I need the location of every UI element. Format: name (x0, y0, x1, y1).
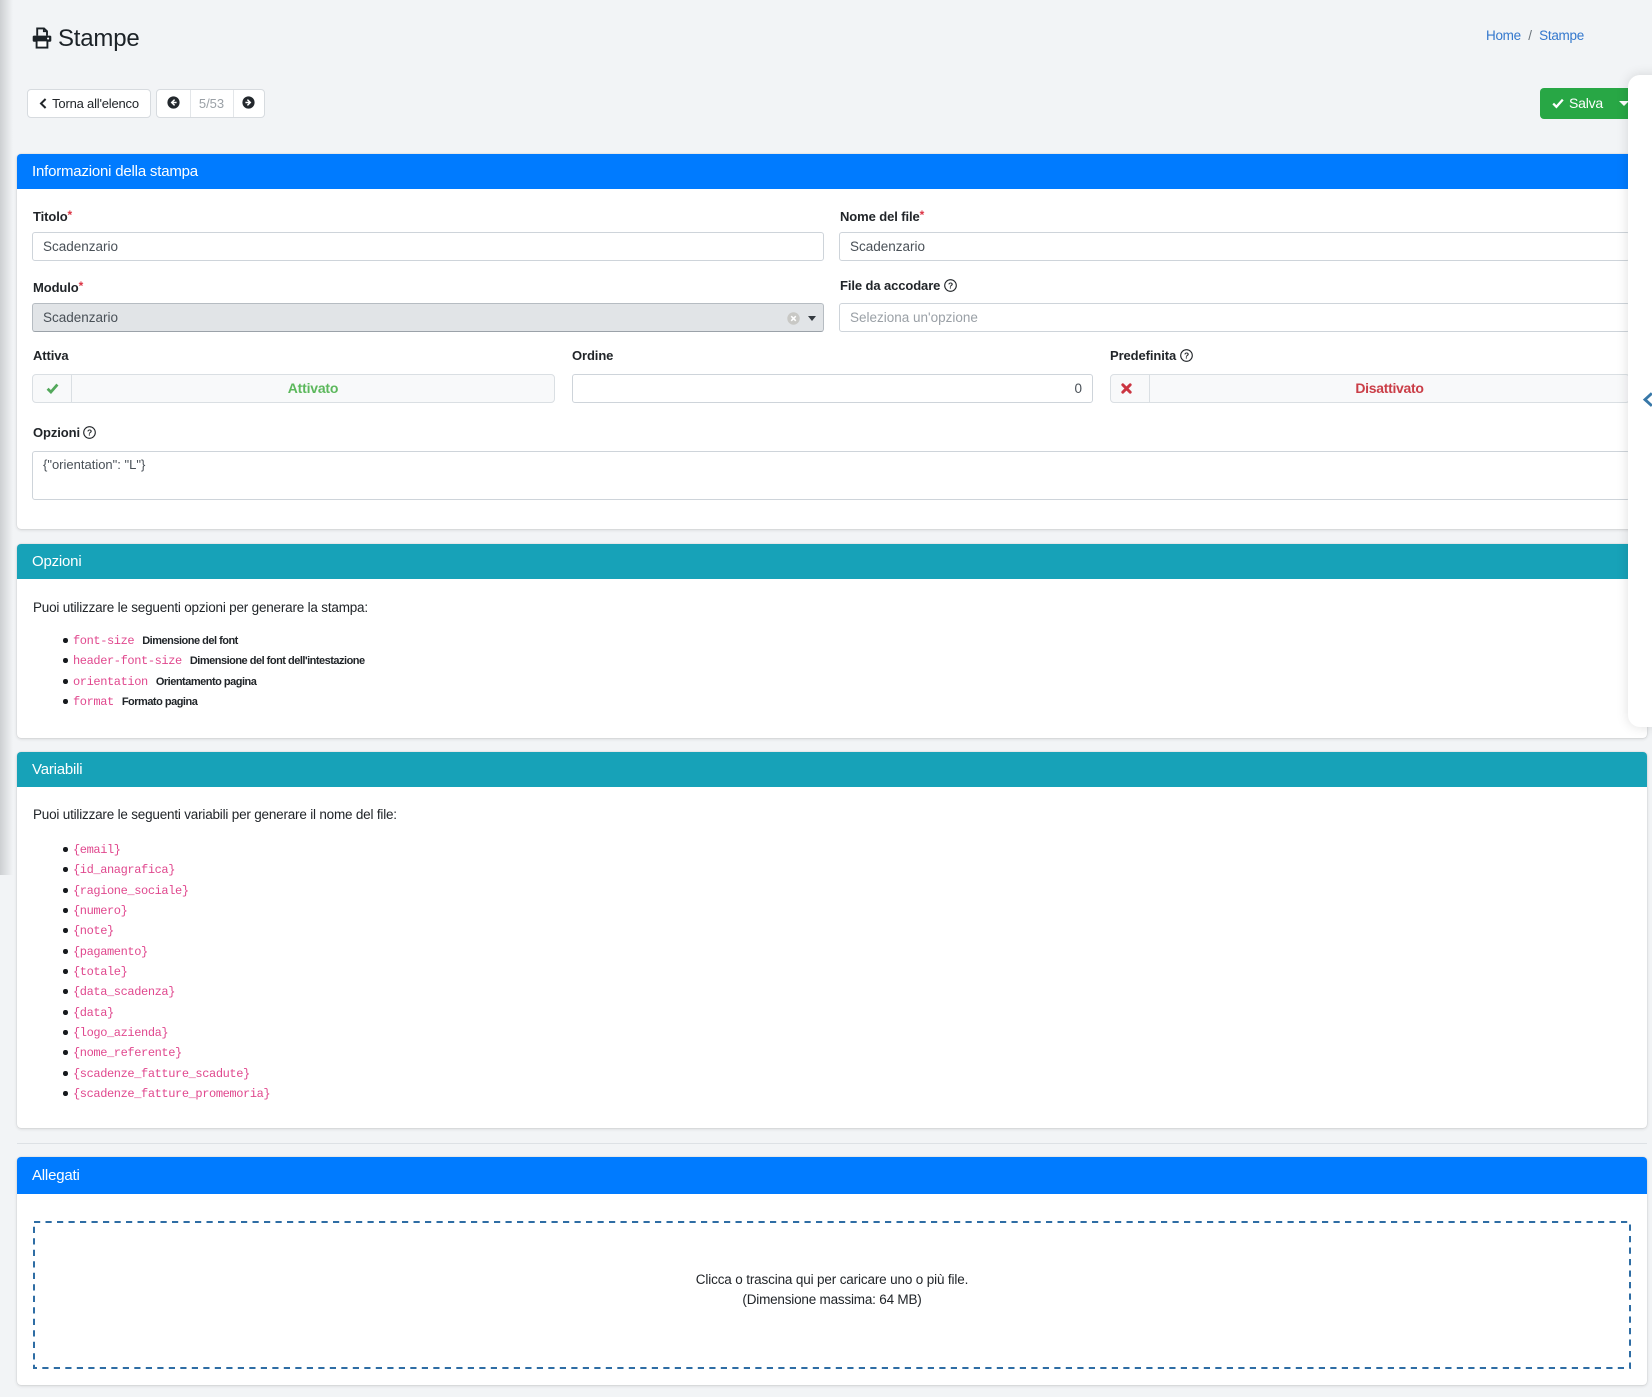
svg-text:?: ? (87, 427, 92, 437)
svg-text:?: ? (948, 280, 953, 290)
svg-text:?: ? (1184, 350, 1189, 360)
